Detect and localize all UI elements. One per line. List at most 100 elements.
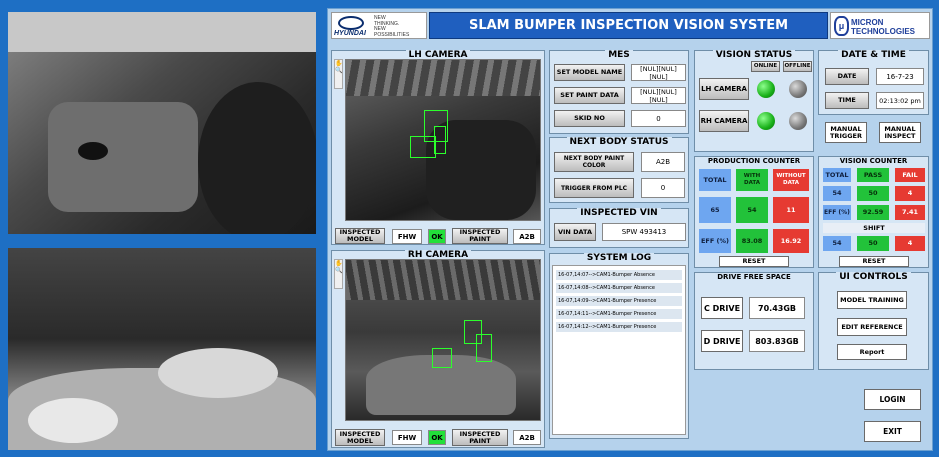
rh-inspected-model-label: INSPECTED MODEL [335, 429, 385, 446]
login-button[interactable]: LOGIN [864, 389, 921, 410]
roi-box [410, 136, 436, 158]
vis-shift-total: 54 [823, 236, 851, 251]
system-log-title: SYSTEM LOG [583, 253, 655, 263]
exit-button[interactable]: EXIT [864, 421, 921, 442]
time-value: 02:13:02 pm [876, 92, 924, 109]
log-entry: 16-07,14:08-->CAM1-Bumper Absence [556, 283, 682, 294]
manual-inspect-button[interactable]: MANUAL INSPECT [879, 122, 921, 143]
c-drive-value: 70.43GB [749, 297, 805, 319]
vis-fail-label: FAIL [895, 168, 925, 182]
system-log-list[interactable]: 16-07,14:07-->CAM1-Bumper Absence 16-07,… [552, 265, 686, 435]
hyundai-emblem-icon [338, 16, 364, 30]
vision-status-panel: VISION STATUS ONLINE OFFLINE LH CAMERA R… [694, 50, 814, 152]
vis-total-label: TOTAL [823, 168, 851, 182]
manual-trigger-button[interactable]: MANUAL TRIGGER [825, 122, 867, 143]
drive-free-space-title: DRIVE FREE SPACE [714, 273, 794, 281]
set-paint-data-button[interactable]: SET PAINT DATA [554, 87, 625, 104]
lh-inspected-paint-label: INSPECTED PAINT [452, 228, 508, 244]
date-value: 16-7-23 [876, 68, 924, 85]
vis-fail-value: 4 [895, 186, 925, 201]
vision-counter-panel: VISION COUNTER TOTAL PASS FAIL 54 50 4 E… [818, 156, 929, 268]
vin-data-button[interactable]: VIN DATA [554, 223, 596, 241]
brand-tagline: NEW THINKING. NEW POSSIBILITIES [374, 15, 410, 38]
date-label: DATE [825, 68, 869, 85]
vis-eff-pass: 92.59 [857, 205, 889, 220]
rh-offline-led [789, 112, 807, 130]
photo-lh-closeup [8, 12, 316, 234]
prod-total-label: TOTAL [699, 169, 731, 191]
log-entry: 16-07,14:11-->CAM1-Bumper Presence [556, 309, 682, 320]
app-title: SLAM BUMPER INSPECTION VISION SYSTEM [468, 18, 789, 33]
skid-no-button[interactable]: SKID NO [554, 110, 625, 127]
micron-emblem-icon: μ [834, 16, 849, 36]
next-body-title: NEXT BODY STATUS [566, 137, 672, 147]
report-button[interactable]: Report [837, 344, 907, 360]
rh-camera-view [345, 259, 541, 421]
lh-paint-value: A2B [513, 229, 541, 244]
rh-model-value: FHW [392, 430, 422, 445]
photo-rh-closeup [8, 248, 316, 450]
production-counter-title: PRODUCTION COUNTER [704, 157, 804, 165]
roi-box [476, 334, 492, 362]
model-training-button[interactable]: MODEL TRAINING [837, 291, 907, 309]
vis-reset-button[interactable]: RESET [839, 256, 909, 267]
log-entry: 16-07,14:12-->CAM1-Bumper Presence [556, 322, 682, 333]
prod-eff-without: 16.92 [773, 229, 809, 253]
camera-toolbar[interactable]: ✋ 🔍 [334, 59, 343, 89]
inspected-vin-panel: INSPECTED VIN VIN DATA SPW 493413 [549, 208, 689, 248]
trigger-from-plc-button[interactable]: TRIGGER FROM PLC [554, 178, 634, 198]
camera-toolbar[interactable]: ✋ 🔍 [334, 259, 343, 289]
lh-camera-status-button[interactable]: LH CAMERA [699, 78, 749, 100]
log-entry: 16-07,14:09-->CAM1-Bumper Presence [556, 296, 682, 307]
ui-controls-title: UI CONTROLS [836, 272, 911, 282]
set-model-name-button[interactable]: SET MODEL NAME [554, 64, 625, 81]
set-model-name-field[interactable]: [NUL][NUL][NUL] [631, 64, 686, 81]
online-label: ONLINE [751, 61, 780, 72]
hyundai-wordmark: HYUNDAI [334, 30, 366, 37]
rh-online-led [757, 112, 775, 130]
log-entry: 16-07,14:07-->CAM1-Bumper Absence [556, 270, 682, 281]
lh-model-value: FHW [392, 229, 422, 244]
hyundai-logo: HYUNDAI NEW THINKING. NEW POSSIBILITIES [331, 12, 427, 39]
rh-ok-indicator: OK [428, 430, 446, 445]
c-drive-label: C DRIVE [701, 297, 743, 319]
next-body-paint-color-field: A2B [641, 152, 685, 172]
skid-no-field[interactable]: 0 [631, 110, 686, 127]
next-body-status-panel: NEXT BODY STATUS NEXT BODY PAINT COLOR A… [549, 137, 689, 203]
next-body-paint-color-button[interactable]: NEXT BODY PAINT COLOR [554, 152, 634, 172]
rh-camera-status-button[interactable]: RH CAMERA [699, 110, 749, 132]
mes-title: MES [605, 50, 633, 60]
rh-inspected-paint-label: INSPECTED PAINT [452, 429, 508, 446]
prod-with-value: 54 [736, 197, 768, 223]
system-log-panel: SYSTEM LOG 16-07,14:07-->CAM1-Bumper Abs… [549, 253, 689, 439]
lh-camera-panel: LH CAMERA ✋ 🔍 INSPECTED MODEL FHW OK INSP… [331, 50, 545, 245]
trigger-from-plc-field: 0 [641, 178, 685, 198]
lh-offline-led [789, 80, 807, 98]
prod-total-value: 65 [699, 197, 731, 223]
vin-data-field: SPW 493413 [602, 223, 686, 241]
inspected-vin-title: INSPECTED VIN [577, 208, 661, 218]
inspection-app: HYUNDAI NEW THINKING. NEW POSSIBILITIES SLA… [327, 8, 933, 451]
lh-online-led [757, 80, 775, 98]
date-time-panel: DATE & TIME DATE 16-7-23 TIME 02:13:02 p… [818, 50, 929, 115]
ui-controls-panel: UI CONTROLS MODEL TRAINING EDIT REFERENC… [818, 272, 929, 370]
prod-eff-label: EFF (%) [699, 229, 731, 253]
lh-ok-indicator: OK [428, 229, 446, 244]
rh-paint-value: A2B [513, 430, 541, 445]
d-drive-label: D DRIVE [701, 330, 743, 352]
lh-camera-view [345, 59, 541, 221]
vision-status-title: VISION STATUS [712, 50, 796, 60]
vis-shift-pass: 50 [857, 236, 889, 251]
d-drive-value: 803.83GB [749, 330, 805, 352]
micron-wordmark: MICRON TECHNOLOGIES [851, 18, 916, 36]
edit-reference-button[interactable]: EDIT REFERENCE [837, 318, 907, 336]
prod-without-value: 11 [773, 197, 809, 223]
set-paint-data-field[interactable]: [NUL][NUL][NUL] [631, 87, 686, 104]
prod-with-data-label: WITH DATA [736, 169, 768, 191]
vision-counter-title: VISION COUNTER [836, 157, 911, 165]
offline-label: OFFLINE [783, 61, 812, 72]
drive-free-space-panel: DRIVE FREE SPACE C DRIVE 70.43GB D DRIVE… [694, 272, 814, 370]
mes-panel: MES SET MODEL NAME [NUL][NUL][NUL] SET P… [549, 50, 689, 134]
vis-pass-value: 50 [857, 186, 889, 201]
prod-reset-button[interactable]: RESET [719, 256, 789, 267]
